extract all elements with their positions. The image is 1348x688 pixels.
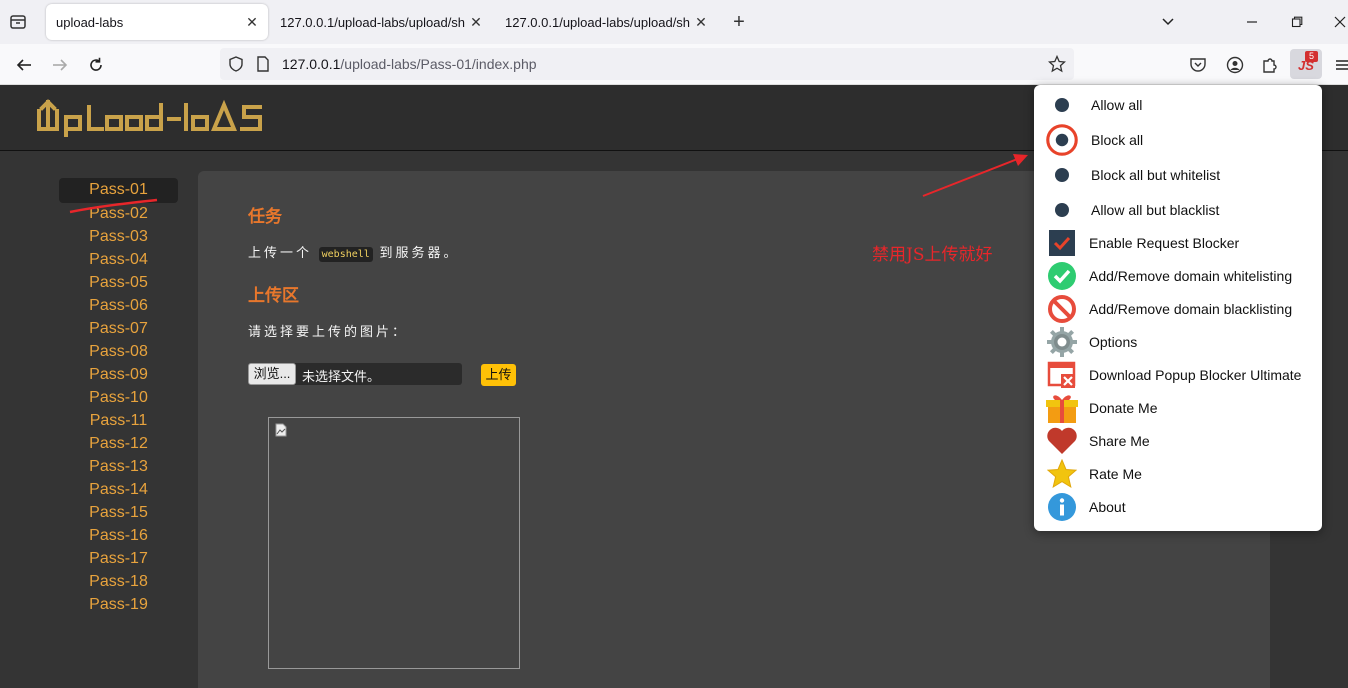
options-label: Options (1089, 334, 1138, 350)
allow-all-but-blacklist-label: Allow all but blacklist (1091, 202, 1220, 218)
dot-icon (1046, 159, 1078, 191)
dot-icon (1046, 89, 1078, 121)
dot-icon (1046, 194, 1078, 226)
dot-selected-icon (1046, 124, 1078, 156)
green-check-icon (1046, 260, 1078, 292)
options-option[interactable]: Options (1034, 326, 1322, 358)
block-all-but-whitelist-label: Block all but whitelist (1091, 167, 1221, 183)
domain-blacklisting-label: Add/Remove domain blacklisting (1089, 301, 1293, 317)
domain-whitelisting-label: Add/Remove domain whitelisting (1089, 268, 1293, 284)
info-icon (1046, 491, 1078, 523)
checkbox-icon (1046, 227, 1078, 259)
annotation-text: 禁用JS上传就好 (872, 245, 993, 265)
gear-icon (1046, 326, 1078, 358)
popup-window-icon (1046, 359, 1078, 391)
gift-icon (1046, 392, 1078, 424)
allow-all-option[interactable]: Allow all (1034, 89, 1322, 121)
domain-whitelisting-option[interactable]: Add/Remove domain whitelisting (1034, 260, 1322, 292)
annotation-underline (69, 198, 158, 214)
rate-me-option[interactable]: Rate Me (1034, 458, 1322, 490)
about-option[interactable]: About (1034, 491, 1322, 523)
block-all-label: Block all (1091, 132, 1144, 148)
enable-request-blocker-label: Enable Request Blocker (1089, 235, 1240, 251)
no-entry-icon (1046, 293, 1078, 325)
about-label: About (1089, 499, 1126, 515)
share-me-label: Share Me (1089, 433, 1150, 449)
download-popup-blocker-label: Download Popup Blocker Ultimate (1089, 367, 1302, 383)
annotation-arrow-shaft (922, 157, 1021, 197)
allow-all-but-blacklist-option[interactable]: Allow all but blacklist (1034, 194, 1322, 226)
rate-me-label: Rate Me (1089, 466, 1142, 482)
js-blocker-popup: Allow all Block all Block all but whitel… (1034, 85, 1322, 531)
star-icon (1046, 458, 1078, 490)
allow-all-label: Allow all (1091, 97, 1143, 113)
donate-me-label: Donate Me (1089, 400, 1158, 416)
share-me-option[interactable]: Share Me (1034, 425, 1322, 457)
heart-icon (1046, 425, 1078, 457)
domain-blacklisting-option[interactable]: Add/Remove domain blacklisting (1034, 293, 1322, 325)
enable-request-blocker-option[interactable]: Enable Request Blocker (1034, 227, 1322, 259)
download-popup-blocker-option[interactable]: Download Popup Blocker Ultimate (1034, 359, 1322, 391)
donate-me-option[interactable]: Donate Me (1034, 392, 1322, 424)
block-all-option[interactable]: Block all (1034, 124, 1322, 156)
block-all-but-whitelist-option[interactable]: Block all but whitelist (1034, 159, 1322, 191)
